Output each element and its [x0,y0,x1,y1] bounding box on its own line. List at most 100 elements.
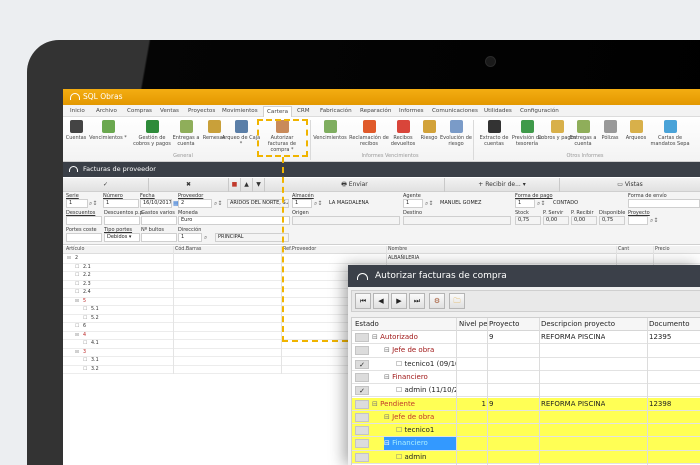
origen-input[interactable] [292,216,400,225]
serie-input[interactable]: 1 [66,199,88,208]
search-icon[interactable]: ⌕↕ [214,199,225,208]
fecha-input[interactable]: 16/10/2017 [140,199,172,208]
descuentos-pp-input[interactable] [104,216,140,225]
row-checkbox[interactable] [355,333,369,342]
proyecto-input[interactable] [628,216,648,225]
search-icon[interactable]: ⌕ [204,233,215,242]
column-header[interactable]: Precio [655,246,670,254]
collapse-icon[interactable]: ⊟ [384,413,392,421]
collapse-icon[interactable]: ⊟ [75,349,79,357]
search-icon[interactable]: ⌕↕ [89,199,100,208]
menu-tab-1[interactable]: Archivo [93,106,120,116]
moneda-select[interactable]: Euro [178,216,290,225]
ribbon-item[interactable]: Vencimientos [310,120,350,141]
checkbox-icon[interactable]: ☐ [75,281,79,289]
nav-button-0[interactable]: ⏮ [355,293,371,309]
checkbox-icon[interactable]: ☐ [75,272,79,280]
row-checkbox[interactable] [355,413,369,422]
forma-pago-input[interactable]: 1 [515,199,535,208]
arrow-up-icon[interactable]: ▲ [241,178,253,192]
checkbox-icon[interactable]: ☐ [75,289,79,297]
collapse-icon[interactable]: ⊟ [384,346,392,354]
menu-tab-10[interactable]: Informes [396,106,427,116]
direccion-input[interactable]: 1 [178,233,202,242]
row-checkbox[interactable]: ✓ [355,386,369,395]
gastos-input[interactable] [141,216,177,225]
tipo-portes-select[interactable]: Debidos ▾ [104,233,140,242]
forma-envio-input[interactable] [628,199,700,208]
row-checkbox[interactable] [355,346,369,355]
search-icon[interactable]: ⌕↕ [314,199,325,208]
checkbox-icon[interactable]: ☐ [396,360,405,368]
receive-from-button[interactable]: + Recibir de... ▾ [445,178,560,192]
almacen-input[interactable]: 1 [292,199,312,208]
checkbox-icon[interactable]: ☐ [75,323,79,331]
nav-button-1[interactable]: ◀ [373,293,389,309]
row-checkbox[interactable] [355,373,369,382]
collapse-icon[interactable]: ⊟ [67,255,71,263]
views-button[interactable]: ▭ Vistas [560,178,700,192]
menu-tab-9[interactable]: Reparación [357,106,394,116]
checkbox-icon[interactable]: ☐ [396,386,405,394]
menu-tab-11[interactable]: Comunicaciones [429,106,481,116]
menu-tab-12[interactable]: Utilidades [481,106,515,116]
row-checkbox[interactable]: ✓ [355,360,369,369]
menu-tab-6[interactable]: Cartera [263,106,292,117]
ribbon-item[interactable]: Evolución de riesgo [436,120,476,147]
confirm-button[interactable]: ✓ [63,178,149,192]
agente-input[interactable]: 1 [403,199,423,208]
search-icon[interactable]: ⌕↕ [537,199,548,208]
menu-tab-2[interactable]: Compras [124,106,155,116]
column-header[interactable]: Cód.Barras [175,246,201,254]
settings-icon[interactable]: ⚙ [429,293,445,309]
menu-tab-5[interactable]: Movimientos [219,106,261,116]
collapse-icon[interactable]: ⊟ [372,400,380,408]
nav-button-2[interactable]: ▶ [391,293,407,309]
menu-tab-3[interactable]: Ventas [157,106,182,116]
descuentos-input[interactable] [66,216,102,225]
bultos-input[interactable] [141,233,177,242]
collapse-icon[interactable]: ⊟ [372,333,380,341]
menu-tab-13[interactable]: Configuración [517,106,562,116]
column-header[interactable]: Nombre [388,246,407,254]
menu-tab-8[interactable]: Fabricación [317,106,355,116]
delete-icon[interactable]: ■ [229,178,241,192]
checkbox-icon[interactable]: ☐ [83,366,87,374]
checkbox-icon[interactable]: ☐ [83,357,87,365]
ribbon-item[interactable]: Cartas de mandatos Sepa [650,120,690,147]
menu-tab-7[interactable]: CRM [294,106,313,116]
row-checkbox[interactable] [355,439,369,448]
checkbox-icon[interactable]: ☐ [75,264,79,272]
column-header[interactable]: Proyecto [489,318,519,331]
column-header[interactable]: Ref.Proveedor [283,246,316,254]
column-header[interactable]: Nivel pe [459,318,488,331]
table-row[interactable]: ⊟2ALBAÑILERIA [63,255,700,264]
filter-icon[interactable]: ▼ [253,178,265,192]
proveedor-input[interactable]: 2 [178,199,212,208]
row-checkbox[interactable] [355,453,369,462]
checkbox-icon[interactable]: ☐ [396,426,405,434]
checkbox-icon[interactable]: ☐ [83,315,87,323]
search-icon[interactable]: ⌕↕ [425,199,436,208]
collapse-icon[interactable]: ⊟ [384,373,392,381]
column-header[interactable]: Artículo [66,246,84,254]
portes-coste-input[interactable] [66,233,102,242]
row-checkbox[interactable] [355,400,369,409]
column-header[interactable]: Descripcion proyecto [541,318,615,331]
menu-tab-0[interactable]: Inicio [67,106,88,116]
checkbox-icon[interactable]: ☐ [83,306,87,314]
column-header[interactable]: Documento [649,318,690,331]
menu-tab-4[interactable]: Proyectos [185,106,218,116]
search-icon[interactable]: ⌕↕ [650,216,661,225]
column-header[interactable]: Cant [618,246,629,254]
ribbon-item[interactable]: Arqueo de Caja * [221,120,261,147]
numero-input[interactable]: 1 [103,199,139,208]
checkbox-icon[interactable]: ☐ [396,453,405,461]
row-checkbox[interactable] [355,426,369,435]
collapse-icon[interactable]: ⊟ [75,332,79,340]
send-button[interactable]: 🖶 Enviar [265,178,445,192]
checkbox-icon[interactable]: ☐ [83,340,87,348]
new-folder-icon[interactable]: 🗀 [449,293,465,309]
ribbon-item[interactable]: Vencimientos * [88,120,128,141]
nav-button-3[interactable]: ⏭ [409,293,425,309]
